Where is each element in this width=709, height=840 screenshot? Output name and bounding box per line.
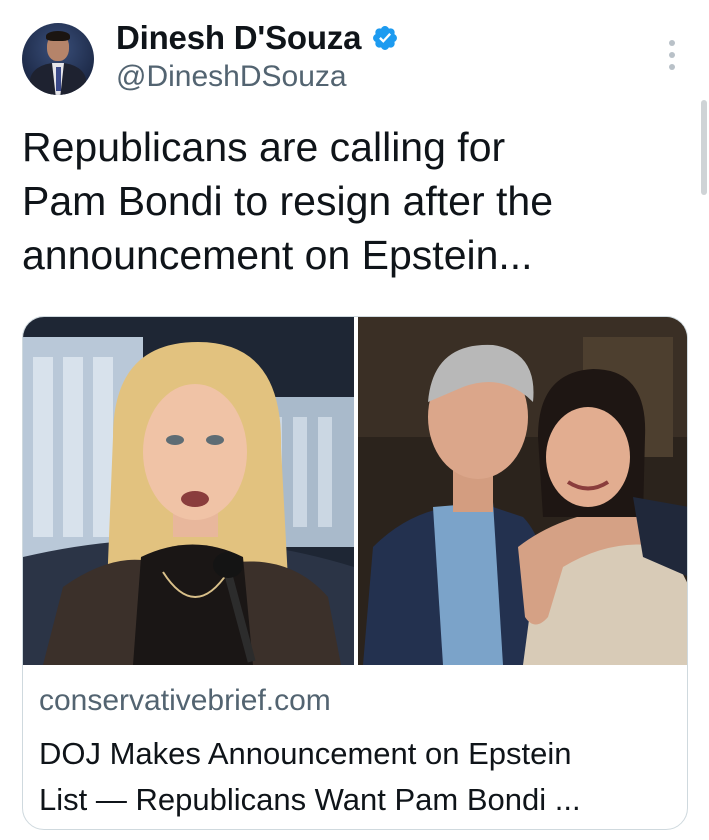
link-card[interactable]: conservativebrief.com DOJ Makes Announce… (22, 316, 688, 830)
avatar-hair (46, 31, 70, 41)
link-card-domain: conservativebrief.com (39, 684, 331, 717)
link-card-title: DOJ Makes Announcement on Epstein List —… (39, 736, 581, 817)
verified-badge-icon (373, 26, 398, 50)
more-options-icon[interactable] (662, 40, 682, 70)
avatar[interactable] (22, 23, 94, 95)
author-name-row[interactable]: Dinesh D'Souza (116, 16, 399, 60)
author-handle[interactable]: @DineshDSouza (116, 60, 347, 94)
card-photo-right (358, 317, 687, 665)
link-card-image[interactable] (23, 317, 688, 665)
card-photo-left (23, 317, 354, 665)
tweet: Dinesh D'Souza @DineshDSouza Republicans… (0, 0, 709, 840)
scrollbar-thumb[interactable] (701, 100, 707, 195)
tweet-text: Republicans are calling for Pam Bondi to… (22, 124, 554, 278)
avatar-tie (56, 67, 61, 91)
author-display-name[interactable]: Dinesh D'Souza (116, 19, 361, 57)
